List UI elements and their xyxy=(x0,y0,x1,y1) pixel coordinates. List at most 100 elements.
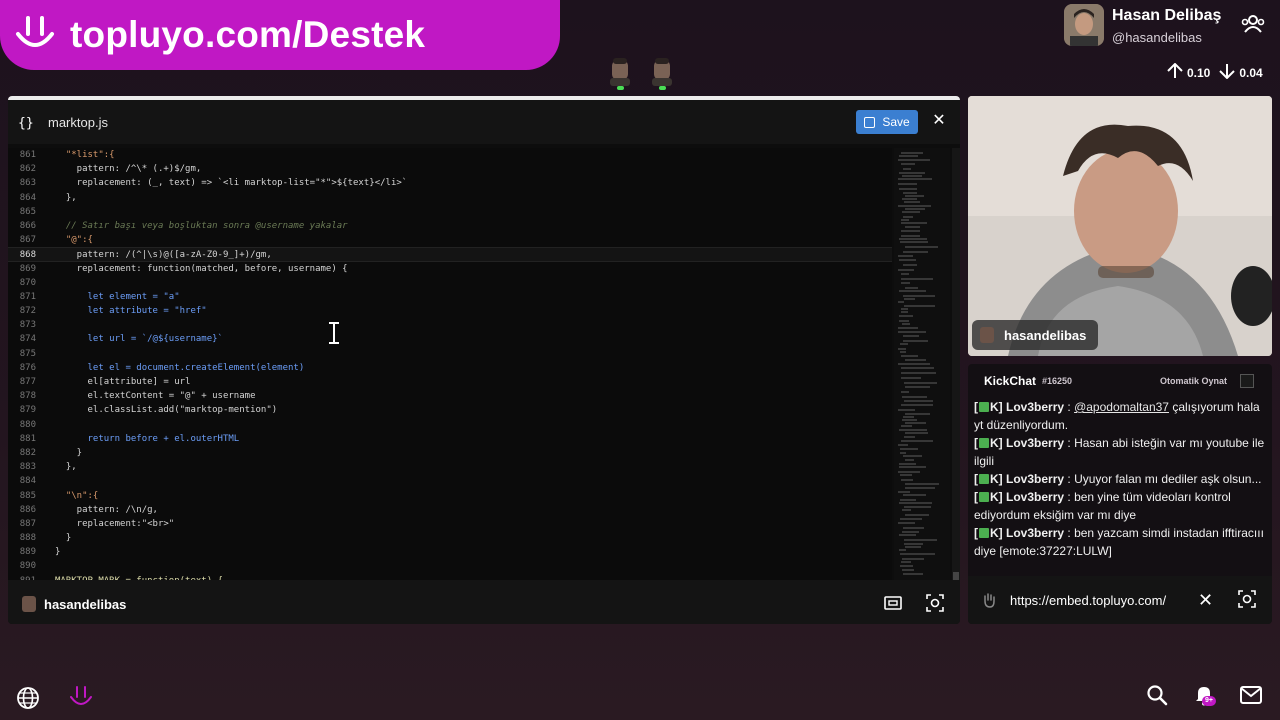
chat-username[interactable]: Lov3berry xyxy=(1006,472,1064,486)
chat-message: [K] Lov3berry : @apodomaltan37 çalışıyor… xyxy=(974,400,1260,432)
code-line[interactable]: 872 let attribute = "href" xyxy=(8,304,892,318)
code-line[interactable]: 883 }, xyxy=(8,460,892,474)
support-banner[interactable]: topluyo.com/Destek xyxy=(0,0,560,70)
participant-avatar[interactable] xyxy=(648,56,676,90)
minimap-line xyxy=(898,348,906,350)
avatar[interactable] xyxy=(1064,4,1104,46)
code-line[interactable]: 877 el[attribute] = url xyxy=(8,375,892,389)
user-profile[interactable]: Hasan Delibaş @hasandelibas xyxy=(1064,4,1280,52)
minimap-line xyxy=(902,569,914,571)
arrow-down-icon xyxy=(1218,63,1236,82)
globe-icon[interactable] xyxy=(16,686,40,715)
minimap-line xyxy=(903,192,917,194)
line-number: 874 xyxy=(19,334,36,345)
line-source: } xyxy=(55,533,72,544)
line-source xyxy=(36,418,55,432)
line-number: 866 xyxy=(19,220,36,231)
focus-icon[interactable] xyxy=(1238,590,1256,613)
code-line[interactable]: 885 "\n":{ xyxy=(8,489,892,503)
code-line[interactable]: 886 pattern: /\n/g, xyxy=(8,503,892,517)
minimap-line xyxy=(903,340,928,342)
minimap-line xyxy=(902,211,920,213)
editor-scrollbar[interactable] xyxy=(952,148,960,580)
chat-message: [K] Lov3berry : ben yazcam simdi instada… xyxy=(974,526,1264,558)
code-line[interactable]: 882 } xyxy=(8,446,892,460)
screen-icon[interactable] xyxy=(884,596,902,615)
chat-mention[interactable]: @apodomaltan37 xyxy=(1074,400,1169,414)
code-line[interactable]: 884 xyxy=(8,474,892,488)
hand-icon[interactable] xyxy=(982,592,996,608)
minimap-line xyxy=(902,509,911,511)
minimap-line xyxy=(901,235,920,237)
minimap-line xyxy=(901,377,921,379)
minimap-line xyxy=(900,448,918,450)
code-line[interactable]: 862 pattern: /^\* (.+)$/gm, xyxy=(8,162,892,176)
users-icon[interactable] xyxy=(1240,14,1266,39)
close-icon[interactable]: ✕ xyxy=(930,112,948,130)
webcam-feed: hasandelibas xyxy=(968,96,1272,356)
code-area[interactable]: 861 "*list":{862 pattern: /^\* (.+)$/gm,… xyxy=(8,148,892,580)
chat-message: [K] Lov3berry : Uyuyor falan mı dediler … xyxy=(974,472,1262,486)
minimap-line xyxy=(901,367,934,369)
profile-name: Hasan Delibaş xyxy=(1112,7,1222,24)
auto-play-checkbox[interactable] xyxy=(1240,374,1254,388)
minimap-line xyxy=(898,363,930,365)
minimap-line xyxy=(903,335,919,337)
code-line[interactable]: 863 replacement: (_, text) => `<li markt… xyxy=(8,176,892,190)
code-line[interactable]: 881 return before + el.outerHTML xyxy=(8,432,892,446)
code-line[interactable]: 864 }, xyxy=(8,191,892,205)
chat-username[interactable]: Lov3berry xyxy=(1006,490,1064,504)
mail-icon[interactable] xyxy=(1240,686,1262,709)
webcam-user-tag[interactable]: hasandelibas xyxy=(972,320,1099,350)
line-source xyxy=(36,474,55,488)
embed-url[interactable]: https://embed.topluyo.com/ xyxy=(1010,593,1166,608)
code-line[interactable]: 866 // Satır başı veya boşluktan sonra @… xyxy=(8,219,892,233)
code-minimap[interactable] xyxy=(894,148,950,580)
code-line[interactable]: 861 "*list":{ xyxy=(8,148,892,162)
file-name: marktop.js xyxy=(48,114,108,130)
code-line[interactable]: 890 xyxy=(8,559,892,573)
code-line[interactable]: 875 xyxy=(8,347,892,361)
focus-icon[interactable] xyxy=(926,594,944,617)
participant-avatar[interactable] xyxy=(606,56,634,90)
minimap-line xyxy=(898,301,904,303)
code-line[interactable]: 879 el.classList.add("marktop-mention") xyxy=(8,403,892,417)
smile-logo-icon[interactable] xyxy=(68,684,94,717)
code-line[interactable]: 889} xyxy=(8,545,892,559)
save-button[interactable]: Save xyxy=(856,110,918,134)
code-line[interactable]: 874 let url = `/@${username}` xyxy=(8,332,892,346)
chat-username[interactable]: Lov3berry xyxy=(1006,526,1064,540)
code-line[interactable]: 870 xyxy=(8,276,892,290)
code-line[interactable]: 887 replacement:"<br>" xyxy=(8,517,892,531)
notifications-button[interactable]: 9+ xyxy=(1194,684,1216,711)
bottom-right-toolbar: 9+ xyxy=(1146,684,1262,711)
code-line[interactable]: 878 el.textContent = "@" + username xyxy=(8,389,892,403)
code-line[interactable]: 865 xyxy=(8,205,892,219)
code-line[interactable]: 880 xyxy=(8,418,892,432)
minimap-line xyxy=(905,432,928,434)
platform-badge-icon xyxy=(979,474,989,484)
code-line[interactable]: 873 xyxy=(8,318,892,332)
minimap-line xyxy=(898,269,914,271)
minimap-line xyxy=(905,226,920,228)
line-source: "\n":{ xyxy=(55,490,99,501)
minimap-line xyxy=(899,320,909,322)
code-line[interactable]: 868 pattern: /(^|\s)@([a-zA-Z0-9_]+)/gm, xyxy=(8,247,892,262)
chat-message: [K] Lov3berry : Hasan abi isteğin var mı… xyxy=(974,436,1265,468)
code-line[interactable]: 876 let el = document.createElement(elem… xyxy=(8,361,892,375)
chat-username[interactable]: Lov3berry xyxy=(1006,400,1064,414)
chat-message-suffix: K] xyxy=(990,400,1003,414)
code-line[interactable]: 867 "@":{ xyxy=(8,233,892,247)
line-number: 862 xyxy=(19,164,36,175)
minimap-line xyxy=(899,188,917,190)
code-line[interactable]: 871 let element = "a" xyxy=(8,290,892,304)
chat-username[interactable]: Lov3berry xyxy=(1006,436,1064,450)
chat-message-prefix: [ xyxy=(974,490,978,504)
minimap-line xyxy=(899,315,913,317)
minimap-line xyxy=(902,396,927,398)
close-icon[interactable]: ✕ xyxy=(1198,590,1213,611)
code-line[interactable]: 869 replacement: function(matched, befor… xyxy=(8,262,892,276)
line-source: let element = "a" xyxy=(55,291,180,302)
code-line[interactable]: 888 } xyxy=(8,531,892,545)
search-icon[interactable] xyxy=(1146,684,1168,711)
